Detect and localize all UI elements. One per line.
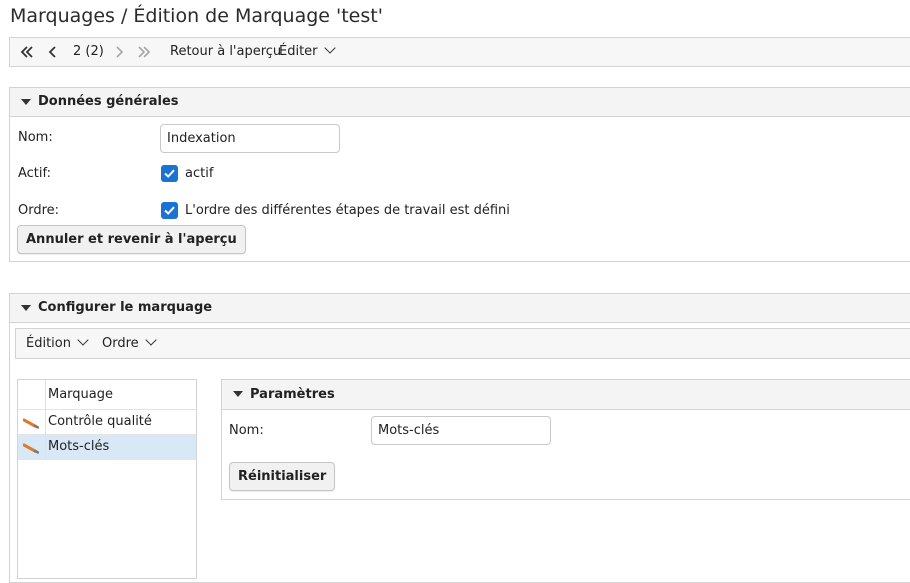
chevron-down-icon [77, 334, 89, 346]
back-to-overview-link[interactable]: Retour à l'aperçu [170, 38, 281, 66]
general-data-title: Données générales [38, 94, 179, 109]
previous-record-icon[interactable] [48, 38, 58, 66]
active-label: Actif: [18, 166, 52, 181]
pencil-icon [22, 417, 40, 433]
order-menu-label: Ordre [102, 336, 139, 351]
chevron-down-icon [145, 334, 157, 346]
collapse-triangle-icon[interactable] [21, 305, 31, 311]
next-record-icon[interactable] [114, 38, 124, 66]
collapse-triangle-icon[interactable] [21, 99, 31, 105]
collapse-triangle-icon[interactable] [233, 391, 243, 397]
chevron-down-icon [323, 42, 336, 54]
reset-button[interactable]: Réinitialiser [229, 462, 336, 491]
order-menu[interactable]: Ordre [102, 329, 157, 358]
grid-column-separator [45, 380, 46, 460]
param-name-label: Nom: [229, 423, 264, 438]
param-name-input[interactable]: Mots-clés [371, 416, 551, 445]
order-checkbox[interactable] [161, 202, 178, 219]
list-item: Mots-clés [48, 439, 110, 454]
configure-marking-title: Configurer le marquage [38, 300, 213, 315]
general-data-header[interactable]: Données générales [10, 88, 910, 117]
checkmark-icon [164, 206, 175, 215]
order-checkbox-label: L'ordre des différentes étapes de travai… [185, 203, 510, 218]
page-title: Marquages / Édition de Marquage 'test' [10, 5, 383, 27]
edition-menu[interactable]: Édition [26, 329, 89, 358]
record-position: 2 (2) [73, 44, 104, 59]
parameters-header[interactable]: Paramètres [222, 380, 910, 410]
configure-marking-header[interactable]: Configurer le marquage [10, 294, 910, 323]
last-record-icon[interactable] [137, 38, 151, 66]
record-navigation-toolbar: 2 (2) Retour à l'aperçu Éditer [9, 37, 910, 67]
active-checkbox[interactable] [161, 165, 178, 182]
marking-list-grid: Marquage Contrôle qualité Mots-clés [17, 379, 197, 579]
first-record-icon[interactable] [20, 38, 34, 66]
name-input[interactable]: Indexation [160, 124, 340, 153]
active-checkbox-label: actif [185, 166, 214, 181]
cancel-and-return-button[interactable]: Annuler et revenir à l'aperçu [17, 225, 246, 254]
edition-menu-label: Édition [26, 336, 71, 351]
configure-toolbar: Édition Ordre [15, 328, 910, 359]
order-label: Ordre: [18, 203, 60, 218]
checkmark-icon [164, 169, 175, 178]
pencil-icon [22, 442, 40, 458]
grid-header-marquage[interactable]: Marquage [48, 380, 113, 410]
name-label: Nom: [18, 130, 53, 145]
parameters-title: Paramètres [250, 387, 335, 402]
edit-menu-label: Éditer [279, 44, 318, 59]
edit-menu[interactable]: Éditer [279, 38, 336, 66]
list-item: Contrôle qualité [48, 414, 152, 429]
